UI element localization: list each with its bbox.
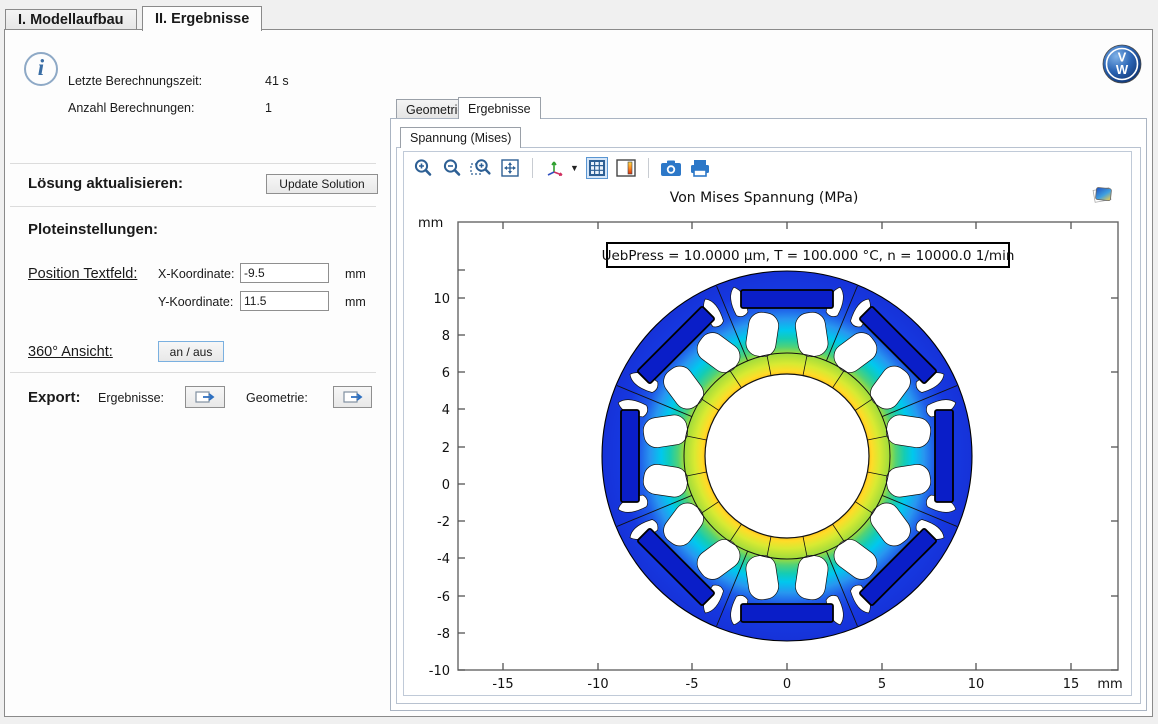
x-coordinate-input[interactable]: -9.5 [240, 263, 329, 283]
view-360-toggle-button[interactable]: an / aus [158, 341, 224, 362]
y-coordinate-label: Y-Koordinate: [158, 295, 233, 309]
tab-ergebnisse-right[interactable]: Ergebnisse [458, 97, 541, 119]
plot-title: Von Mises Spannung (MPa) [670, 190, 859, 206]
x-coordinate-label: X-Koordinate: [158, 267, 234, 281]
x-tick-label: -10 [587, 677, 608, 692]
x-coordinate-value: -9.5 [244, 266, 265, 280]
runs-label: Anzahl Berechnungen: [68, 101, 194, 115]
vw-logo-w: W [1116, 62, 1129, 77]
y-tick-label: -6 [437, 590, 450, 605]
last-calc-label: Letzte Berechnungszeit: [68, 74, 202, 88]
tab-geometrie-label: Geometrie [406, 103, 464, 117]
plot-group-icon[interactable] [1093, 187, 1112, 202]
y-tick-label: 0 [442, 478, 450, 493]
export-results-label: Ergebnisse: [98, 391, 164, 405]
x-tick-label: -5 [686, 677, 699, 692]
update-solution-label: Update Solution [279, 177, 364, 191]
rotor-bore [705, 374, 869, 538]
zoom-in-icon[interactable] [412, 157, 434, 179]
export-results-icon [195, 390, 215, 404]
zoom-extents-icon[interactable] [499, 157, 521, 179]
separator [10, 372, 376, 373]
y-tick-label: 10 [433, 292, 450, 307]
update-solution-button[interactable]: Update Solution [266, 174, 378, 194]
export-geometry-label: Geometrie: [246, 391, 308, 405]
y-tick-label: -2 [437, 515, 450, 530]
y-tick-label: -8 [437, 627, 450, 642]
tab-ergebnisse-label: II. Ergebnisse [155, 11, 249, 27]
x-tick-label: 15 [1063, 677, 1080, 692]
x-axis-unit: mm [1097, 677, 1122, 692]
view-360-heading: 360° Ansicht: [28, 344, 113, 360]
export-heading: Export: [28, 389, 81, 406]
tab-modellaufbau-label: I. Modellaufbau [18, 12, 124, 28]
y-coordinate-input[interactable]: 11.5 [240, 291, 329, 311]
export-results-button[interactable] [185, 386, 225, 408]
annotation-box: UebPress = 10.0000 µm, T = 100.000 °C, n… [602, 243, 1015, 267]
tab-modellaufbau[interactable]: I. Modellaufbau [5, 9, 137, 30]
toolbar-separator [532, 158, 533, 178]
solution-heading: Lösung aktualisieren: [28, 175, 183, 192]
y-tick-label: 8 [442, 329, 450, 344]
y-axis-unit: mm [418, 216, 443, 231]
zoom-selection-icon[interactable] [470, 157, 492, 179]
grid-icon[interactable] [586, 157, 608, 179]
x-tick-label: 0 [783, 677, 791, 692]
y-coordinate-value: 11.5 [244, 294, 266, 308]
y-tick-label: 6 [442, 366, 450, 381]
annotation-text: UebPress = 10.0000 µm, T = 100.000 °C, n… [602, 248, 1015, 264]
tab-ergebnisse-right-label: Ergebnisse [468, 102, 531, 116]
x-unit-label: mm [345, 267, 366, 281]
export-geometry-icon [343, 390, 363, 404]
position-textfield-heading: Position Textfeld: [28, 266, 137, 282]
vw-logo: V W [1102, 44, 1142, 84]
toolbar-separator [648, 158, 649, 178]
x-tick-label: 10 [968, 677, 985, 692]
runs-value: 1 [265, 101, 272, 115]
view-orientation-dropdown-icon[interactable]: ▼ [570, 163, 579, 173]
x-axis-labels: -15 -10 -5 0 5 10 15 mm [492, 677, 1122, 692]
y-tick-label: -10 [429, 664, 450, 679]
separator [10, 163, 376, 164]
export-geometry-button[interactable] [333, 386, 372, 408]
y-tick-label: 2 [442, 441, 450, 456]
view-360-toggle-label: an / aus [170, 345, 213, 359]
snapshot-icon[interactable] [660, 157, 682, 179]
info-icon: i [24, 52, 58, 86]
last-calc-value: 41 s [265, 74, 289, 88]
y-unit-label: mm [345, 295, 366, 309]
separator [10, 206, 376, 207]
rotor-cross-section [602, 271, 972, 641]
info-icon-glyph: i [38, 56, 44, 79]
tab-spannung-mises[interactable]: Spannung (Mises) [400, 127, 521, 148]
plot-settings-heading: Ploteinstellungen: [28, 221, 158, 238]
tab-spannung-mises-label: Spannung (Mises) [410, 131, 511, 145]
mises-plot[interactable]: -15 -10 -5 0 5 10 15 mm 10 8 6 4 2 0 -2 … [404, 180, 1131, 695]
color-legend-icon[interactable] [615, 157, 637, 179]
view-orientation-icon[interactable] [544, 157, 566, 179]
y-axis-labels: 10 8 6 4 2 0 -2 -4 -6 -8 -10 mm [418, 216, 450, 679]
plot-toolbar: ▼ [412, 155, 711, 181]
y-tick-label: 4 [442, 403, 450, 418]
x-tick-label: 5 [878, 677, 886, 692]
x-tick-label: -15 [492, 677, 513, 692]
zoom-out-icon[interactable] [441, 157, 463, 179]
y-tick-label: -4 [437, 552, 450, 567]
print-icon[interactable] [689, 157, 711, 179]
tab-ergebnisse[interactable]: II. Ergebnisse [142, 6, 262, 31]
app-window: I. Modellaufbau II. Ergebnisse i Letzte … [0, 0, 1158, 724]
